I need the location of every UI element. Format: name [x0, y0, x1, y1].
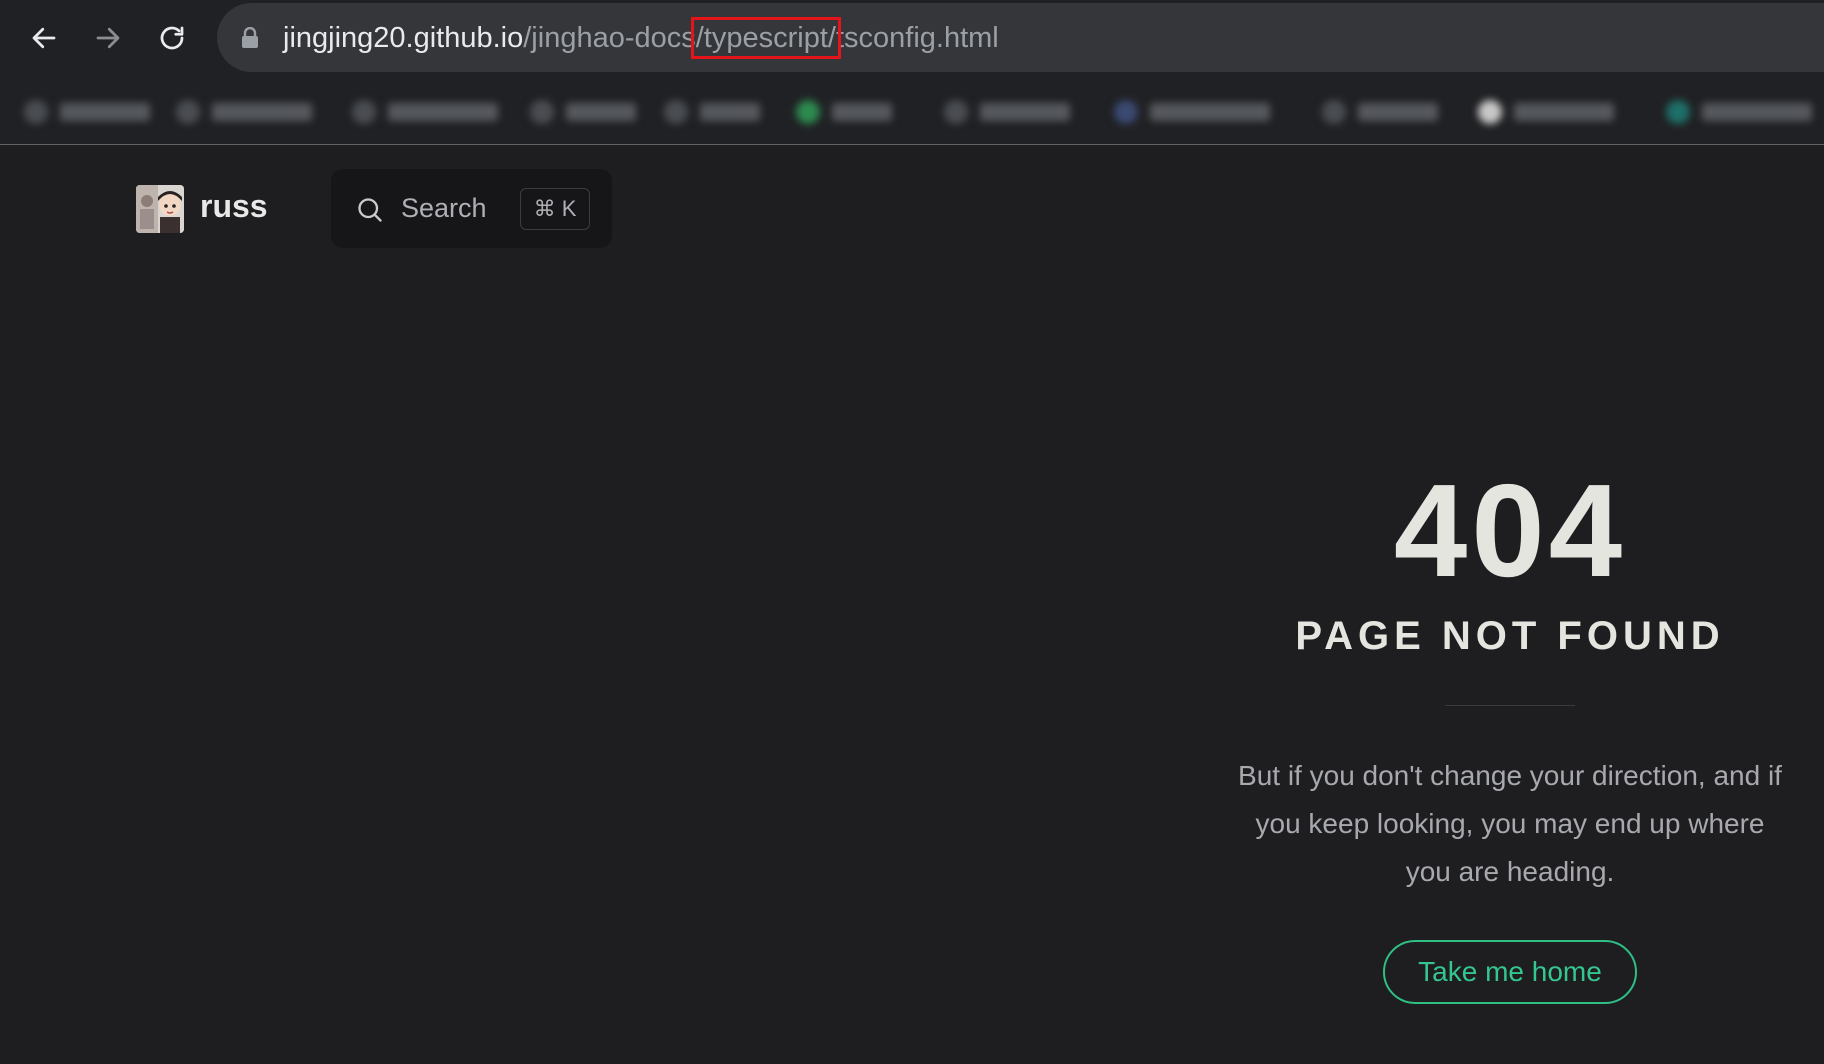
reload-icon	[160, 26, 184, 50]
error-code: 404	[1393, 457, 1627, 604]
bookmark-item[interactable]	[352, 100, 498, 124]
bookmark-item[interactable]	[1322, 100, 1438, 124]
forward-button[interactable]	[88, 18, 128, 58]
search-shortcut-badge: ⌘ K	[520, 188, 590, 230]
site-logo-avatar[interactable]	[136, 185, 184, 233]
error-quote: But if you don't change your direction, …	[1238, 760, 1782, 887]
url-text[interactable]: jingjing20.github.io/jinghao-docs/typesc…	[283, 17, 999, 59]
url-path-prefix: /jinghao-docs	[523, 22, 696, 54]
bookmark-item[interactable]	[530, 100, 636, 124]
url-path-highlighted: /typescript/	[690, 17, 841, 59]
take-me-home-button[interactable]: Take me home	[1383, 940, 1637, 1004]
search-label: Search	[401, 193, 487, 223]
reload-button[interactable]	[152, 18, 192, 58]
not-found-panel: 404 PAGE NOT FOUND But if you don't chan…	[1210, 456, 1810, 1004]
lock-icon	[242, 27, 258, 48]
site-header: russ Search ⌘ K	[0, 146, 1824, 256]
divider	[1445, 705, 1575, 706]
address-bar[interactable]: jingjing20.github.io/jinghao-docs/typesc…	[217, 3, 1824, 72]
arrow-left-icon	[32, 27, 56, 49]
bookmark-item[interactable]	[796, 100, 892, 124]
url-path-file: tsconfig.html	[835, 22, 999, 54]
bookmark-item[interactable]	[1478, 100, 1614, 124]
arrow-right-icon	[96, 27, 120, 49]
search-icon	[358, 198, 382, 222]
back-button[interactable]	[24, 18, 64, 58]
bookmark-item[interactable]	[1114, 100, 1270, 124]
search-button[interactable]: Search ⌘ K	[331, 169, 612, 248]
bookmark-item[interactable]	[664, 100, 760, 124]
site-title[interactable]: russ	[200, 188, 268, 225]
browser-toolbar: jingjing20.github.io/jinghao-docs/typesc…	[0, 0, 1824, 80]
bookmark-item[interactable]	[24, 100, 150, 124]
bookmark-item[interactable]	[1666, 100, 1812, 124]
error-title: PAGE NOT FOUND	[1295, 614, 1725, 658]
url-host: jingjing20.github.io	[283, 22, 524, 54]
bookmarks-bar	[0, 80, 1824, 145]
bookmark-item[interactable]	[944, 100, 1070, 124]
avatar-image	[136, 185, 184, 233]
bookmark-item[interactable]	[176, 100, 312, 124]
